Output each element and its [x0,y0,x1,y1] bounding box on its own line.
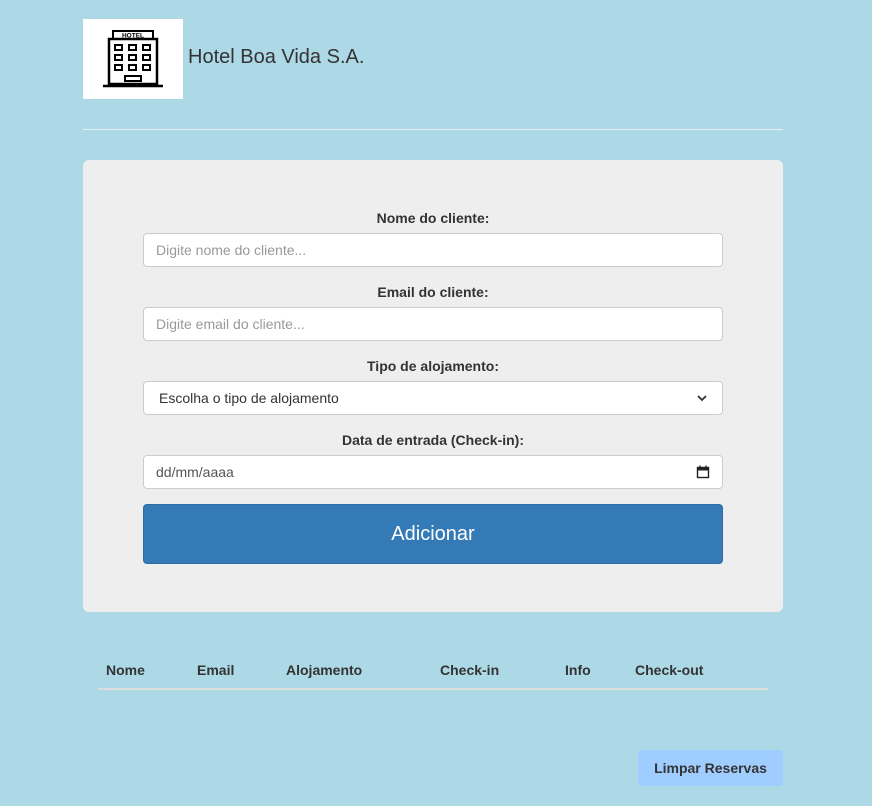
checkin-date-value: dd/mm/aaaa [156,464,234,480]
accommodation-type-select[interactable]: Escolha o tipo de alojamento [143,381,723,415]
add-button[interactable]: Adicionar [143,504,723,564]
header-divider [83,129,783,130]
checkin-date-input[interactable]: dd/mm/aaaa [143,455,723,489]
accommodation-type-value: Escolha o tipo de alojamento [159,390,339,406]
header: HOTEL Hotel Boa Vida S.A. [83,19,783,99]
checkin-date-label: Data de entrada (Check-in): [341,432,525,448]
column-header-email: Email [197,662,235,678]
reservations-table-header: Nome Email Alojamento Check-in Info Chec… [98,650,768,690]
reservation-form: Nome do cliente: Email do cliente: Tipo … [83,160,783,612]
hotel-logo: HOTEL [83,19,183,99]
column-header-checkout: Check-out [635,662,704,678]
name-label: Nome do cliente: [376,210,490,226]
accommodation-type-label: Tipo de alojamento: [367,358,499,374]
column-header-info: Info [565,662,591,678]
chevron-down-icon [697,395,707,402]
email-label: Email do cliente: [377,284,489,300]
column-header-name: Nome [106,662,145,678]
name-input[interactable] [143,233,723,267]
calendar-icon[interactable] [696,465,710,479]
hotel-name: Hotel Boa Vida S.A. [188,45,365,68]
email-input[interactable] [143,307,723,341]
hotel-building-icon: HOTEL [103,30,163,88]
column-header-accommodation: Alojamento [286,662,363,678]
column-header-checkin: Check-in [440,662,500,678]
clear-reservations-button[interactable]: Limpar Reservas [638,750,783,786]
